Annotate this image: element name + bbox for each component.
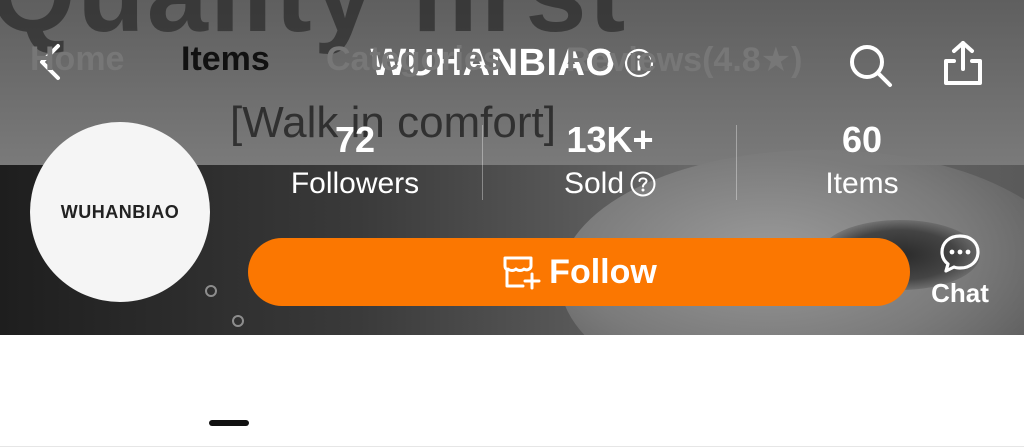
search-button[interactable] <box>845 40 895 90</box>
tab-items[interactable]: Items <box>181 40 270 79</box>
tab-categories[interactable]: Categories <box>326 40 502 79</box>
items-stat[interactable]: 60 Items <box>762 118 962 206</box>
sold-label: Sold <box>563 167 625 200</box>
followers-stat[interactable]: 72 Followers <box>255 118 455 206</box>
store-add-icon <box>503 256 541 290</box>
chat-label: Chat <box>931 278 989 308</box>
share-icon <box>944 41 982 85</box>
stat-divider <box>736 125 737 200</box>
banner-decoration-dot <box>232 315 244 327</box>
banner-decoration-dot <box>205 285 217 297</box>
follow-button[interactable]: Follow <box>248 238 910 306</box>
store-tab-bar <box>0 335 1024 447</box>
items-label: Items <box>825 167 899 200</box>
chat-bubble-icon <box>940 234 980 273</box>
sold-stat[interactable]: 13K+ Sold <box>510 118 710 206</box>
search-icon <box>850 45 892 87</box>
followers-count: 72 <box>334 119 376 160</box>
active-tab-indicator <box>209 420 249 426</box>
items-count: 60 <box>841 119 883 160</box>
follow-label: Follow <box>549 252 657 291</box>
question-icon[interactable] <box>630 171 656 197</box>
sold-count: 13K+ <box>566 119 654 160</box>
stat-divider <box>482 125 483 200</box>
followers-label: Followers <box>290 167 420 200</box>
tab-reviews[interactable]: Reviews(4.8★) <box>566 40 802 80</box>
avatar-text: WUHANBIAO <box>60 201 180 222</box>
chat-button[interactable]: Chat <box>920 232 1000 312</box>
tab-home[interactable]: Home <box>30 40 124 79</box>
share-button[interactable] <box>938 38 988 88</box>
store-avatar[interactable]: WUHANBIAO <box>30 122 210 302</box>
